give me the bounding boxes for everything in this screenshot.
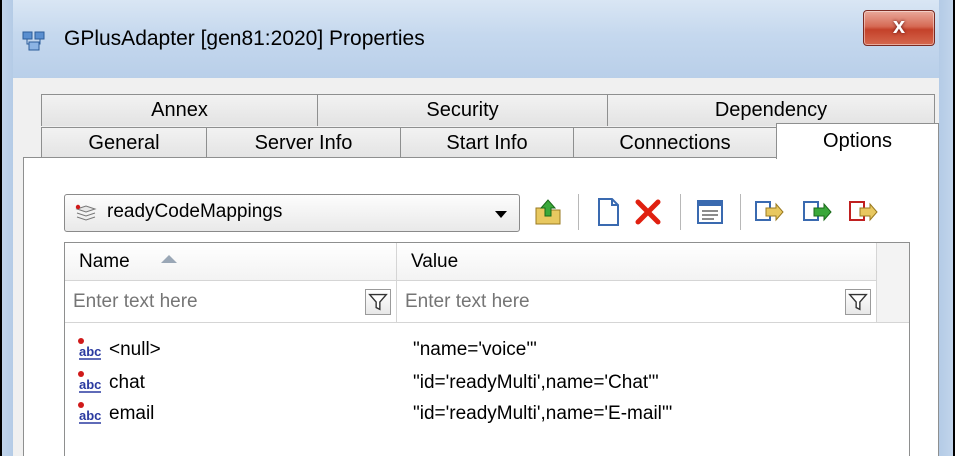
row-name: chat <box>109 372 145 393</box>
sort-ascending-icon <box>161 255 177 263</box>
row-value: "id='readyMulti',name='E-mail'" <box>413 403 673 424</box>
tab-start-info-label: Start Info <box>446 132 528 154</box>
row-name: <null> <box>109 339 161 360</box>
tab-annex-label: Annex <box>151 99 208 121</box>
value-filter-input[interactable] <box>403 287 677 317</box>
section-icon <box>75 204 97 221</box>
toolbar-separator <box>578 194 579 230</box>
tab-options-label: Options <box>823 130 892 152</box>
copy-icon[interactable] <box>752 196 784 228</box>
row-value: "name='voice'" <box>413 339 537 360</box>
tab-options[interactable]: Options <box>776 123 939 159</box>
column-header-value-label: Value <box>411 251 459 272</box>
close-button[interactable]: x <box>863 10 935 46</box>
tab-general-label: General <box>88 132 160 154</box>
svg-text:abc: abc <box>79 344 101 359</box>
string-value-icon: abc <box>78 402 101 424</box>
table-row[interactable]: abc chat "id='readyMulti',name='Chat'" <box>65 368 911 398</box>
header-filler <box>877 243 909 323</box>
tab-connections[interactable]: Connections <box>573 127 777 159</box>
filter-cell-name <box>65 281 397 323</box>
column-header-name-label: Name <box>79 251 130 272</box>
properties-icon[interactable] <box>694 196 726 228</box>
filter-cell-value <box>397 281 877 323</box>
tab-server-info-label: Server Info <box>254 132 353 154</box>
column-header-name[interactable]: Name <box>65 243 397 281</box>
export-icon[interactable] <box>846 196 878 228</box>
filter-icon[interactable] <box>365 289 391 315</box>
row-value: "id='readyMulti',name='Chat'" <box>413 372 659 393</box>
adapter-icon <box>22 31 45 51</box>
new-document-icon[interactable] <box>592 196 624 228</box>
table-row[interactable]: abc email "id='readyMulti',name='E-mail'… <box>65 399 911 429</box>
filter-icon[interactable] <box>845 289 871 315</box>
tab-dependency[interactable]: Dependency <box>607 94 935 126</box>
window-edge-left <box>0 0 2 456</box>
row-name: email <box>109 403 155 424</box>
toolbar-separator <box>740 194 741 230</box>
import-icon[interactable] <box>800 196 832 228</box>
section-select[interactable]: readyCodeMappings <box>64 194 520 232</box>
table-row[interactable]: abc <null> "name='voice'" <box>65 335 911 365</box>
section-select-value: readyCodeMappings <box>107 201 283 222</box>
window-title: GPlusAdapter [gen81:2020] Properties <box>64 27 425 50</box>
svg-text:abc: abc <box>79 377 101 392</box>
options-grid: Name Value abc <null> "name= <box>64 242 910 456</box>
tab-general[interactable]: General <box>41 127 207 159</box>
tab-server-info[interactable]: Server Info <box>206 127 401 159</box>
tab-connections-label: Connections <box>619 132 731 154</box>
tab-start-info[interactable]: Start Info <box>400 127 574 159</box>
close-icon: x <box>892 13 906 38</box>
string-value-icon: abc <box>78 338 101 360</box>
column-header-value[interactable]: Value <box>397 243 877 281</box>
tab-security[interactable]: Security <box>317 94 608 126</box>
string-value-icon: abc <box>78 371 101 393</box>
name-filter-input[interactable] <box>71 287 345 317</box>
toolbar-separator <box>680 194 681 230</box>
delete-icon[interactable] <box>632 196 664 228</box>
tab-security-label: Security <box>426 99 499 121</box>
properties-window: GPlusAdapter [gen81:2020] Properties x A… <box>0 0 955 456</box>
tab-dependency-label: Dependency <box>714 99 828 121</box>
tab-annex[interactable]: Annex <box>41 94 318 126</box>
chevron-down-icon[interactable] <box>495 211 507 218</box>
folder-up-icon[interactable] <box>532 196 564 228</box>
svg-text:abc: abc <box>79 408 101 423</box>
